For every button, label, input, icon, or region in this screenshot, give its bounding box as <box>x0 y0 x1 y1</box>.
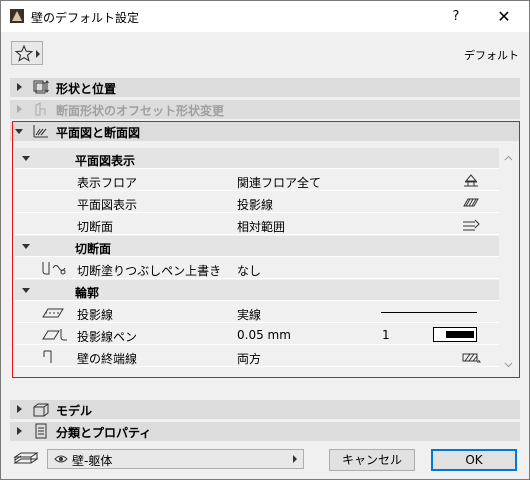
scrollbar[interactable] <box>500 148 517 375</box>
tree-row[interactable]: 壁の終端線 両方 <box>15 346 499 367</box>
pen-number[interactable]: 1 <box>382 328 390 342</box>
help-button[interactable]: ? <box>433 1 479 32</box>
tree-row[interactable]: 投影線 実線 <box>15 302 499 323</box>
group-label: 切断面 <box>75 242 112 256</box>
cut-fill-pen-icon <box>42 262 66 275</box>
projection-pen-icon <box>42 329 67 341</box>
group-floorplan-display[interactable]: 平面図表示 <box>15 148 499 169</box>
expand-arrow-icon <box>17 427 22 435</box>
panel-profile-offset[interactable]: 断面形状のオフセット形状変更 <box>10 100 520 119</box>
cut-plane-icon[interactable] <box>461 216 481 233</box>
chevron-right-icon <box>36 50 40 58</box>
row-value[interactable]: 関連フロア全て <box>237 174 321 191</box>
close-button[interactable]: ✕ <box>479 1 529 32</box>
eye-icon <box>54 455 68 463</box>
row-value[interactable]: なし <box>237 262 261 279</box>
expand-arrow-icon <box>17 105 22 113</box>
end-lines-icon[interactable] <box>461 348 481 365</box>
expand-arrow-icon <box>17 83 22 91</box>
dialog-window: 壁のデフォルト設定 ? ✕ デフォルト 形状と位置 断面形状のオフセット形状変更 <box>0 0 530 480</box>
row-label: 壁の終端線 <box>77 352 138 366</box>
window-title: 壁のデフォルト設定 <box>31 11 140 25</box>
panel-model[interactable]: モデル <box>10 400 520 419</box>
layer-icon <box>13 452 39 464</box>
shape-position-icon <box>33 80 49 94</box>
row-label: 平面図表示 <box>77 198 138 212</box>
default-label: デフォルト <box>464 49 519 62</box>
tree-row[interactable]: 表示フロア 関連フロア全て <box>15 170 499 191</box>
expand-arrow-icon <box>17 405 22 413</box>
layer-select[interactable]: 壁-躯体 <box>47 449 304 469</box>
tree-row[interactable]: 投影線ペン 0.05 mm 1 <box>15 324 499 345</box>
row-value[interactable]: 投影線 <box>237 196 273 213</box>
panel-label: モデル <box>56 404 93 418</box>
panel-label: 形状と位置 <box>56 82 117 96</box>
floorplan-display-icon[interactable] <box>461 194 481 211</box>
layer-value: 壁-躯体 <box>72 454 113 468</box>
chevron-down-icon[interactable] <box>504 360 513 369</box>
panel-label: 断面形状のオフセット形状変更 <box>56 104 225 118</box>
wall-end-line-icon <box>43 350 52 363</box>
row-label: 投影線 <box>77 308 114 322</box>
title-bar: 壁のデフォルト設定 ? ✕ <box>1 1 529 32</box>
ok-button[interactable]: OK <box>431 449 517 471</box>
profile-offset-icon <box>35 102 46 116</box>
tree-row[interactable]: 切断面 相対範囲 <box>15 214 499 235</box>
collapse-arrow-icon <box>22 156 30 161</box>
story-display-icon[interactable] <box>461 172 481 189</box>
tree-row[interactable]: 切断塗りつぶしペン上書き なし <box>15 258 499 279</box>
tree-row[interactable]: 平面図表示 投影線 <box>15 192 499 213</box>
model-icon <box>33 403 49 417</box>
collapse-arrow-icon <box>22 244 30 249</box>
group-label: 平面図表示 <box>75 154 136 168</box>
star-icon <box>15 45 33 62</box>
cancel-button[interactable]: キャンセル <box>329 449 415 471</box>
panel-classification-properties[interactable]: 分類とプロパティ <box>10 422 520 441</box>
chevron-up-icon[interactable] <box>504 154 513 163</box>
group-cut-surfaces[interactable]: 切断面 <box>15 236 499 257</box>
row-value[interactable]: 相対範囲 <box>237 218 285 235</box>
row-label: 投影線ペン <box>77 330 138 344</box>
group-label: 輪郭 <box>75 286 100 300</box>
app-icon <box>10 9 24 23</box>
projection-line-icon <box>42 308 64 318</box>
line-type-sample[interactable] <box>381 312 477 313</box>
row-label: 切断面 <box>77 220 114 234</box>
pen-sample[interactable] <box>433 327 477 342</box>
favorites-button[interactable] <box>11 41 43 65</box>
properties-icon <box>35 423 47 439</box>
row-value[interactable]: 0.05 mm <box>237 328 291 342</box>
chevron-right-icon <box>293 455 297 463</box>
group-outlines[interactable]: 輪郭 <box>15 280 499 301</box>
row-label: 切断塗りつぶしペン上書き <box>77 264 222 278</box>
panel-label: 分類とプロパティ <box>56 426 152 440</box>
collapse-arrow-icon <box>22 288 30 293</box>
panel-shape-position[interactable]: 形状と位置 <box>10 78 520 97</box>
row-value[interactable]: 実線 <box>237 306 261 323</box>
row-value[interactable]: 両方 <box>237 350 261 367</box>
row-label: 表示フロア <box>77 176 138 190</box>
